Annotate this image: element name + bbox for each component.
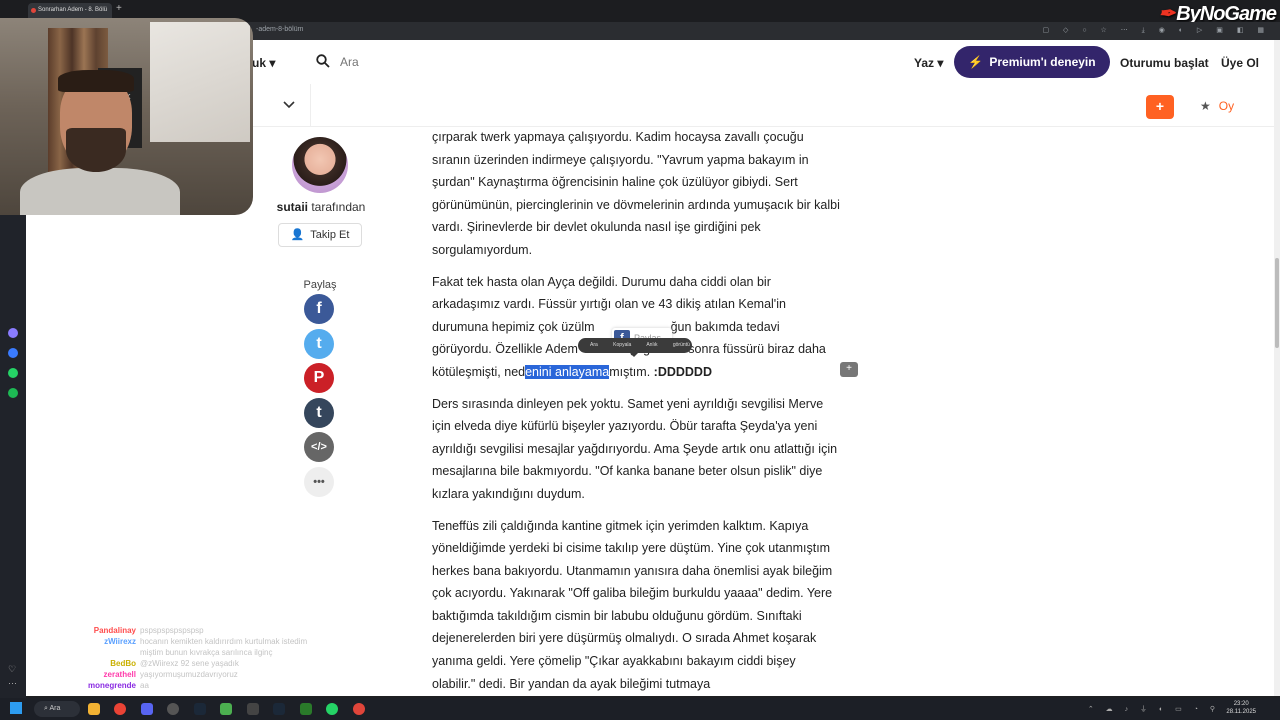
discord-icon[interactable] bbox=[140, 703, 153, 715]
divider bbox=[310, 84, 311, 126]
webcam-person-beard bbox=[66, 128, 126, 172]
paragraph: Ders sırasında dinleyen pek yoktu. Samet… bbox=[432, 396, 838, 501]
chrome-icon[interactable] bbox=[114, 703, 127, 715]
scrollbar-thumb[interactable] bbox=[1275, 258, 1279, 348]
opera-icon[interactable] bbox=[352, 703, 365, 715]
more-icon[interactable]: ••• bbox=[304, 466, 334, 497]
chat-username: BedBo bbox=[110, 659, 136, 668]
add-to-list-button[interactable]: + bbox=[1146, 95, 1174, 119]
chat-text: @zWiirexz 92 sene yaşadık bbox=[140, 659, 239, 668]
comment-icon[interactable]: + bbox=[840, 362, 858, 377]
spotify-icon[interactable] bbox=[8, 388, 18, 398]
chat-text: aa bbox=[140, 681, 149, 690]
windows-start-icon[interactable] bbox=[10, 702, 22, 714]
paragraph: Teneffüs zili çaldığında kantine gitmek … bbox=[432, 518, 833, 691]
author-name[interactable]: sutaii bbox=[277, 200, 308, 214]
chat-text: yaşıyormuşumuzdavrıyoruz bbox=[140, 670, 238, 679]
chat-text: miştim bunun kıvrakça sarılınca ilginç bbox=[140, 648, 273, 657]
selection-context-popup[interactable]: Ara Kopyala Anlık görüntü bbox=[578, 338, 692, 357]
chat-message: Pandalinay pspspspspspspsp bbox=[70, 625, 370, 636]
login-link[interactable]: Oturumu başlat bbox=[1120, 56, 1209, 70]
more-icon[interactable]: ⋯ bbox=[8, 678, 18, 688]
stream-chat: Pandalinay pspspspspspspsp zWiirexz hocanın… bbox=[70, 625, 370, 691]
add-user-icon: 👤 bbox=[290, 229, 305, 241]
clock[interactable]: 23:20 28.11.2025 bbox=[1226, 700, 1256, 716]
webcam-window bbox=[150, 22, 250, 142]
premium-button[interactable]: ⚡ Premium'ı deneyin bbox=[954, 46, 1110, 78]
chat-username: zerathell bbox=[103, 670, 136, 679]
chat-text: hocanın kemikten kaldırırdım kurtulmak i… bbox=[140, 637, 308, 646]
chat-message: zerathell yaşıyormuşumuzdavrıyoruz bbox=[70, 669, 370, 680]
taskbar: ⌕ Ara ⌃ ☁ ♪ ⏚ ◐ ▭ ◔ ⚲ 23:20 28.11.2025 bbox=[0, 698, 1280, 720]
browser-toolbar-icons: ▢ ◇ ○ ☆ ⋯ ⤓ ◉ ◐ ▷ ▣ ◧ ▦ bbox=[1042, 27, 1270, 34]
search-input[interactable] bbox=[340, 55, 540, 69]
article-body: çırparak twerk yapmaya çalışıyordu. Kadi… bbox=[432, 126, 842, 696]
write-menu[interactable]: Yaz ▾ bbox=[914, 56, 943, 70]
selected-text[interactable]: enini anlayama bbox=[525, 364, 610, 379]
webcam-person-hair bbox=[58, 70, 134, 92]
app-icon[interactable] bbox=[246, 703, 259, 715]
search-icon[interactable] bbox=[316, 54, 330, 68]
chat-username: Pandalinay bbox=[93, 626, 136, 635]
app-icon[interactable] bbox=[8, 328, 18, 338]
tab-favicon-icon bbox=[31, 8, 36, 13]
lightning-icon: ⚡ bbox=[968, 55, 984, 69]
twitter-icon[interactable]: t bbox=[304, 328, 334, 359]
chat-message: monegrende aa bbox=[70, 680, 370, 691]
heart-icon[interactable]: ♡ bbox=[8, 664, 18, 674]
webcam-overlay: HAWK bbox=[0, 18, 253, 215]
new-tab-button[interactable]: + bbox=[116, 3, 122, 14]
taskbar-apps bbox=[88, 702, 375, 716]
system-tray-icons[interactable]: ⌃ ☁ ♪ ⏚ ◐ ▭ ◔ ⚲ bbox=[1088, 704, 1220, 714]
facebook-icon[interactable]: f bbox=[304, 294, 334, 324]
file-explorer-icon[interactable] bbox=[88, 703, 100, 715]
vote-button[interactable]: ★ Oy bbox=[1200, 99, 1234, 113]
messenger-icon[interactable] bbox=[8, 348, 18, 358]
scrollbar[interactable] bbox=[1274, 40, 1280, 696]
chat-message: miştim bunun kıvrakça sarılınca ilginç bbox=[70, 647, 370, 658]
share-label: Paylaş bbox=[303, 279, 337, 291]
author-byline: sutaii tarafından bbox=[276, 200, 366, 214]
app-icon[interactable] bbox=[167, 703, 180, 715]
author-avatar[interactable] bbox=[292, 137, 348, 193]
author-suffix: tarafından bbox=[307, 200, 366, 214]
chevron-down-icon[interactable] bbox=[282, 98, 296, 112]
chat-message: BedBo @zWiirexz 92 sene yaşadık bbox=[70, 658, 370, 669]
whatsapp-icon[interactable] bbox=[8, 368, 18, 378]
whatsapp-icon[interactable] bbox=[326, 703, 339, 715]
url-text: -adem-8-bölüm bbox=[256, 26, 304, 33]
browser-tab[interactable]: Sonrarhan Adem - 8. Bölü bbox=[28, 3, 112, 18]
app-icon[interactable] bbox=[273, 703, 286, 715]
steam-icon[interactable] bbox=[193, 703, 206, 715]
pinterest-icon[interactable]: P bbox=[304, 363, 334, 393]
chat-username: zWiirexz bbox=[104, 637, 136, 646]
app-icon[interactable] bbox=[299, 703, 312, 715]
app-icon[interactable] bbox=[220, 703, 233, 715]
chat-username: monegrende bbox=[87, 681, 136, 690]
embed-icon[interactable]: </> bbox=[304, 432, 334, 462]
paragraph: çırparak twerk yapmaya çalışıyordu. Kadi… bbox=[432, 130, 840, 257]
tab-title: Sonrarhan Adem - 8. Bölü bbox=[38, 7, 108, 13]
taskbar-search[interactable]: ⌕ Ara bbox=[34, 701, 80, 717]
star-icon: ★ bbox=[1200, 99, 1211, 113]
signup-link[interactable]: Üye Ol bbox=[1221, 56, 1259, 70]
browse-menu[interactable]: uk ▾ bbox=[252, 56, 275, 70]
webcam-person-body bbox=[20, 168, 180, 215]
tumblr-icon[interactable]: t bbox=[304, 397, 334, 428]
chat-text: pspspspspspspsp bbox=[140, 626, 204, 635]
chat-message: zWiirexz hocanın kemikten kaldırırdım kur… bbox=[70, 636, 370, 647]
follow-button[interactable]: 👤 Takip Et bbox=[278, 223, 362, 247]
